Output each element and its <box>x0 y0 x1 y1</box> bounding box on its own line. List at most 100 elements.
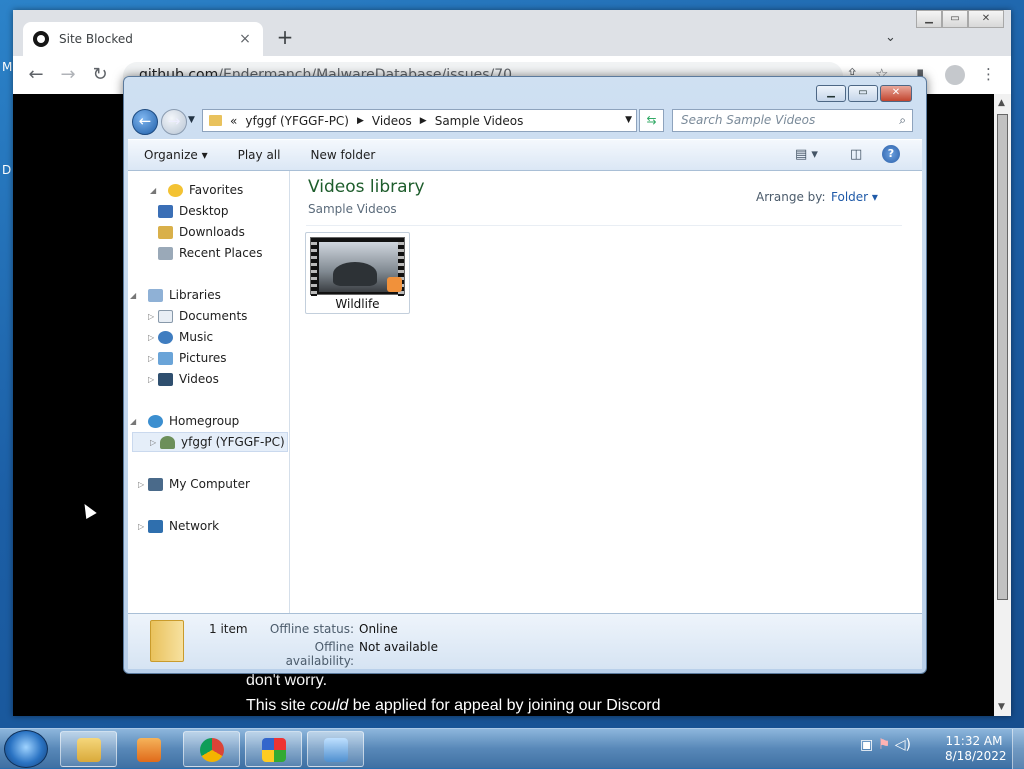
windows-flag-icon <box>262 738 286 762</box>
forward-button[interactable]: → <box>161 109 187 135</box>
organize-button[interactable]: Organize ▾ <box>144 148 208 162</box>
system-tray: ▣ ⚑ ◁) <box>860 737 911 753</box>
nav-documents[interactable]: ▷ Documents <box>148 306 248 326</box>
collapse-arrow-icon[interactable]: ◢ <box>130 417 136 426</box>
libraries-icon <box>148 288 163 302</box>
action-center-icon[interactable]: ⚑ <box>878 737 891 753</box>
scroll-down-icon[interactable]: ▼ <box>998 702 1005 712</box>
file-item-wildlife[interactable]: Wildlife <box>305 232 410 314</box>
nav-favorites[interactable]: ◢ Favorites <box>150 180 243 200</box>
explorer-maximize-button[interactable]: ▭ <box>848 85 878 102</box>
refresh-icon[interactable]: ⇆ <box>639 109 664 132</box>
expand-arrow-icon[interactable]: ▷ <box>150 438 156 447</box>
menu-kebab-icon[interactable]: ⋮ <box>981 65 996 83</box>
offline-status-value: Online <box>359 622 398 636</box>
media-player-icon <box>137 738 161 762</box>
nav-label: Music <box>179 330 214 344</box>
expand-arrow-icon[interactable]: ▷ <box>148 354 154 363</box>
nav-label: Desktop <box>179 204 229 218</box>
breadcrumb-separator-icon[interactable]: ▶ <box>420 116 427 126</box>
user-icon <box>160 435 175 449</box>
scrollbar-thumb[interactable] <box>997 114 1008 600</box>
help-icon[interactable]: ? <box>882 145 900 163</box>
tab-site-blocked[interactable]: Site Blocked × <box>23 22 263 56</box>
documents-icon <box>158 309 173 323</box>
browser-minimize-button[interactable]: ▁ <box>916 10 942 28</box>
nav-videos[interactable]: ▷ Videos <box>148 369 219 389</box>
nav-label: Libraries <box>169 288 221 302</box>
explorer-minimize-button[interactable]: ▁ <box>816 85 846 102</box>
page-scrollbar[interactable]: ▲ ▼ <box>994 94 1011 716</box>
change-view-icon[interactable]: ▤ ▾ <box>795 147 818 162</box>
search-icon[interactable]: ⌕ <box>899 113 906 128</box>
address-prefix[interactable]: « <box>230 114 237 128</box>
expand-arrow-icon[interactable]: ▷ <box>148 333 154 342</box>
start-button[interactable] <box>4 730 48 768</box>
nav-desktop[interactable]: Desktop <box>158 201 229 221</box>
breadcrumb-sample-videos[interactable]: Sample Videos <box>435 114 524 128</box>
offline-availability-label: Offline availability: <box>285 640 354 668</box>
recent-places-icon <box>158 246 173 260</box>
taskbar-chrome[interactable] <box>183 731 240 767</box>
taskbar-app[interactable] <box>245 731 302 767</box>
show-desktop-button[interactable] <box>1012 729 1024 769</box>
nav-my-computer[interactable]: ▷ My Computer <box>138 474 250 494</box>
breadcrumb-computer[interactable]: yfggf (YFGGF-PC) <box>245 114 349 128</box>
back-arrow-icon[interactable]: ← <box>25 64 47 85</box>
breadcrumb-videos[interactable]: Videos <box>372 114 412 128</box>
navigation-pane: ◢ Favorites Desktop Downloads Recent Plac… <box>128 171 290 613</box>
nav-libraries[interactable]: ◢ Libraries <box>130 285 221 305</box>
nav-label: Network <box>169 519 220 533</box>
reload-icon[interactable]: ↻ <box>89 64 111 85</box>
expand-arrow-icon[interactable]: ▷ <box>138 480 144 489</box>
new-folder-button[interactable]: New folder <box>310 148 375 162</box>
nav-network[interactable]: ▷ Network <box>138 516 220 536</box>
address-bar[interactable]: « yfggf (YFGGF-PC) ▶ Videos ▶ Sample Vid… <box>202 109 637 132</box>
browser-close-button[interactable]: ✕ <box>968 10 1004 28</box>
breadcrumb-separator-icon[interactable]: ▶ <box>357 116 364 126</box>
details-pane: 1 item Offline status: Online Offline av… <box>128 613 922 669</box>
nav-label: Homegroup <box>169 414 240 428</box>
tab-close-icon[interactable]: × <box>237 31 253 47</box>
nav-music[interactable]: ▷ Music <box>148 327 214 347</box>
search-input[interactable]: Search Sample Videos ⌕ <box>672 109 913 132</box>
library-title: Videos library <box>308 177 425 197</box>
library-subtitle: Sample Videos <box>308 202 397 216</box>
volume-icon[interactable]: ◁) <box>895 737 911 753</box>
preview-pane-icon[interactable]: ◫ <box>850 147 862 162</box>
tab-title: Site Blocked <box>59 32 133 46</box>
taskbar-media-player[interactable] <box>120 731 177 767</box>
arrange-by-dropdown[interactable]: Folder ▾ <box>831 190 878 204</box>
tab-search-chevron-icon[interactable]: ⌄ <box>885 30 896 45</box>
nav-recent-places[interactable]: Recent Places <box>158 243 262 263</box>
taskbar-control-panel[interactable] <box>307 731 364 767</box>
collapse-arrow-icon[interactable]: ◢ <box>130 291 136 300</box>
network-status-icon[interactable]: ▣ <box>860 737 873 753</box>
expand-arrow-icon[interactable]: ▷ <box>138 522 144 531</box>
profile-avatar-icon[interactable] <box>945 65 965 85</box>
taskbar-explorer[interactable] <box>60 731 117 767</box>
nav-user-yfggf[interactable]: ▷ yfggf (YFGGF-PC) <box>132 432 288 452</box>
expand-arrow-icon[interactable]: ▷ <box>148 375 154 384</box>
tab-strip: Site Blocked × + ⌄ ▁ ▭ ✕ <box>13 10 1011 56</box>
explorer-close-button[interactable]: ✕ <box>880 85 912 102</box>
play-all-button[interactable]: Play all <box>238 148 281 162</box>
nav-label: Documents <box>179 309 248 323</box>
recent-pages-chevron-icon[interactable]: ▼ <box>188 115 195 125</box>
collapse-arrow-icon[interactable]: ◢ <box>150 186 156 195</box>
control-panel-icon <box>324 738 348 762</box>
nav-homegroup[interactable]: ◢ Homegroup <box>130 411 240 431</box>
browser-maximize-button[interactable]: ▭ <box>942 10 968 28</box>
nav-pictures[interactable]: ▷ Pictures <box>148 348 227 368</box>
expand-arrow-icon[interactable]: ▷ <box>148 312 154 321</box>
clock[interactable]: 11:32 AM 8/18/2022 <box>945 734 1007 764</box>
address-dropdown-icon[interactable]: ▼ <box>625 115 632 125</box>
music-icon <box>158 330 173 344</box>
forward-arrow-icon[interactable]: → <box>57 64 79 85</box>
scroll-up-icon[interactable]: ▲ <box>998 98 1005 108</box>
clock-date: 8/18/2022 <box>945 749 1007 763</box>
video-thumbnail <box>310 237 405 296</box>
nav-downloads[interactable]: Downloads <box>158 222 245 242</box>
back-button[interactable]: ← <box>132 109 158 135</box>
new-tab-button[interactable]: + <box>275 27 295 48</box>
